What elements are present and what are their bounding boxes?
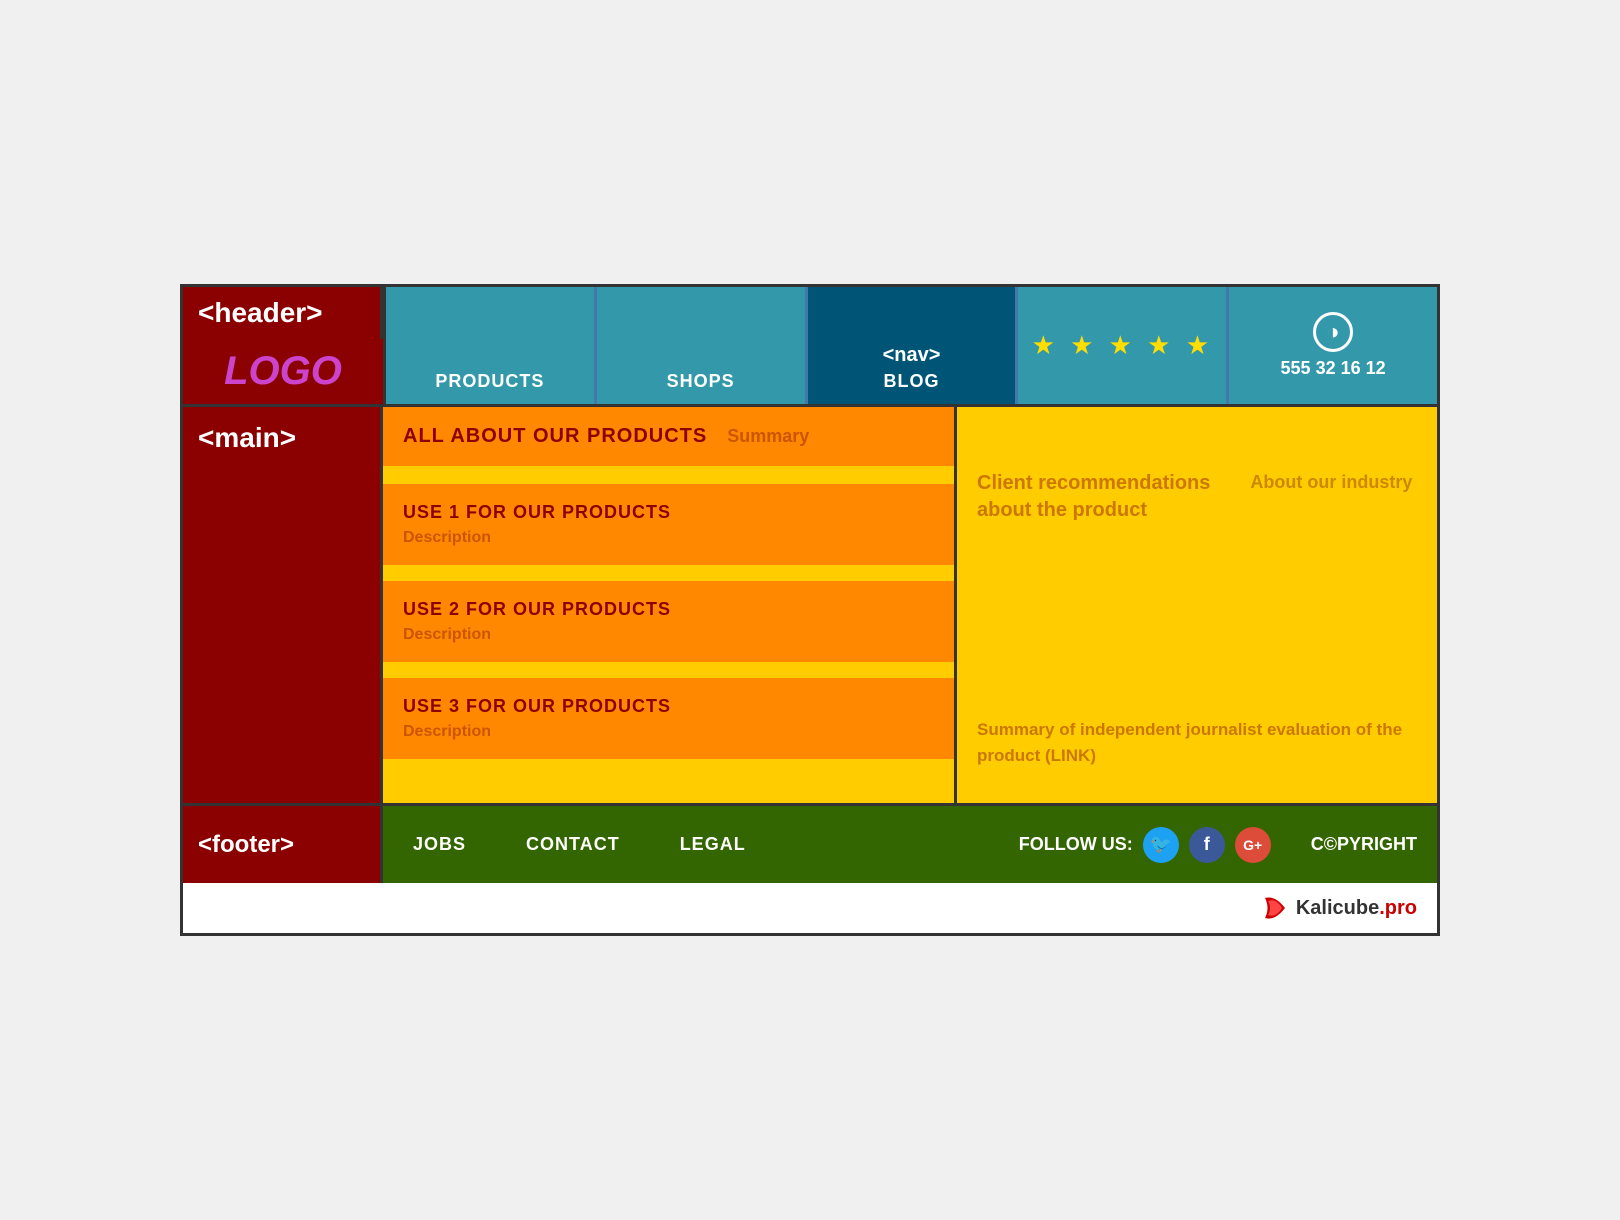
product-block-1: USE 1 FOR OUR PRODUCTS Description — [383, 484, 954, 569]
gplus-icon[interactable]: G+ — [1235, 827, 1271, 863]
footer-contact[interactable]: CONTACT — [496, 834, 650, 855]
nav-blog[interactable]: <nav> BLOG — [808, 287, 1019, 404]
watermark: Kalicube.pro — [183, 883, 1437, 933]
nav-area: PRODUCTS SHOPS <nav> BLOG ★ ★ ★ ★ ★ ◑ 55… — [386, 287, 1437, 404]
facebook-icon[interactable]: f — [1189, 827, 1225, 863]
footer-section: <footer> JOBS CONTACT LEGAL FOLLOW US: 🐦… — [183, 803, 1437, 883]
client-recommendations: Client recommendations about the product — [977, 457, 1210, 541]
header-tag: <header> — [183, 287, 383, 339]
watermark-text: Kalicube.pro — [1296, 897, 1417, 920]
main-tag: <main> — [183, 407, 380, 464]
about-industry: About our industry — [1230, 457, 1412, 508]
stars-area: ★ ★ ★ ★ ★ — [1018, 287, 1229, 404]
main-section: <main> ALL ABOUT OUR PRODUCTS Summary US… — [183, 407, 1437, 803]
journalist-eval: Summary of independent journalist evalua… — [977, 702, 1417, 783]
product-header-block: ALL ABOUT OUR PRODUCTS Summary — [383, 407, 954, 472]
logo-area: LOGO — [183, 339, 383, 404]
product-block-2: USE 2 FOR OUR PRODUCTS Description — [383, 581, 954, 666]
header-section: <header> LOGO PRODUCTS SHOPS <nav> BLOG … — [183, 287, 1437, 407]
nav-products[interactable]: PRODUCTS — [386, 287, 597, 404]
footer-nav: JOBS CONTACT LEGAL — [383, 806, 999, 883]
footer-legal[interactable]: LEGAL — [650, 834, 776, 855]
phone-icon: ◑ — [1313, 312, 1353, 352]
nav-shops[interactable]: SHOPS — [597, 287, 808, 404]
copyright: C©PYRIGHT — [1291, 806, 1437, 883]
product-block-3: USE 3 FOR OUR PRODUCTS Description — [383, 678, 954, 763]
logo-text: LOGO — [224, 349, 342, 394]
kalicube-logo-icon — [1260, 893, 1290, 923]
footer-social: FOLLOW US: 🐦 f G+ — [999, 806, 1291, 883]
footer-jobs[interactable]: JOBS — [383, 834, 496, 855]
twitter-icon[interactable]: 🐦 — [1143, 827, 1179, 863]
phone-area[interactable]: ◑ 555 32 16 12 — [1229, 287, 1437, 404]
main-left: ALL ABOUT OUR PRODUCTS Summary USE 1 FOR… — [383, 407, 957, 803]
main-right: Client recommendations about the product… — [957, 407, 1437, 803]
footer-tag: <footer> — [183, 806, 383, 883]
